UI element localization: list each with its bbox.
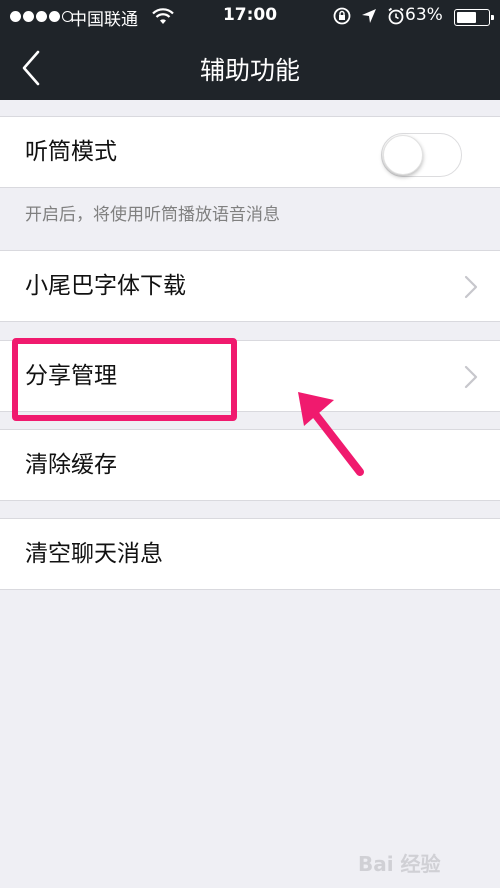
orientation-lock-icon bbox=[333, 7, 351, 25]
clear-chat-row[interactable]: 清空聊天消息 bbox=[0, 519, 500, 589]
alarm-icon bbox=[388, 7, 404, 25]
pointer-arrow-icon bbox=[298, 392, 364, 476]
clear-cache-group: 清除缓存 bbox=[0, 429, 500, 501]
screen: 中国联通 17:00 63% 辅助功能 听筒模式 开启后，将使用听筒播放语音消息… bbox=[0, 0, 500, 888]
clear-chat-label: 清空聊天消息 bbox=[25, 541, 163, 567]
chevron-right-icon bbox=[464, 365, 478, 389]
clear-cache-row[interactable]: 清除缓存 bbox=[0, 430, 500, 500]
watermark: Bai 经验 bbox=[358, 852, 441, 876]
battery-icon bbox=[454, 9, 494, 26]
battery-percentage: 63% bbox=[405, 5, 443, 25]
earpiece-footnote: 开启后，将使用听筒播放语音消息 bbox=[25, 205, 280, 225]
navigation-bar: 辅助功能 bbox=[0, 34, 500, 100]
earpiece-group: 听筒模式 bbox=[0, 116, 500, 188]
page-title: 辅助功能 bbox=[199, 56, 300, 85]
clear-chat-group: 清空聊天消息 bbox=[0, 518, 500, 590]
clear-cache-label: 清除缓存 bbox=[25, 452, 117, 478]
font-download-row[interactable]: 小尾巴字体下载 bbox=[0, 251, 500, 321]
top-bar: 中国联通 17:00 63% 辅助功能 bbox=[0, 0, 500, 100]
toggle-knob bbox=[383, 135, 423, 175]
earpiece-mode-label: 听筒模式 bbox=[25, 139, 117, 165]
font-download-group: 小尾巴字体下载 bbox=[0, 250, 500, 322]
earpiece-mode-row: 听筒模式 bbox=[0, 117, 500, 187]
status-bar: 中国联通 17:00 63% bbox=[0, 0, 500, 34]
font-download-label: 小尾巴字体下载 bbox=[25, 273, 186, 299]
chevron-right-icon bbox=[464, 275, 478, 299]
highlight-box bbox=[12, 338, 237, 421]
earpiece-mode-toggle[interactable] bbox=[381, 133, 462, 177]
location-icon bbox=[362, 9, 376, 23]
